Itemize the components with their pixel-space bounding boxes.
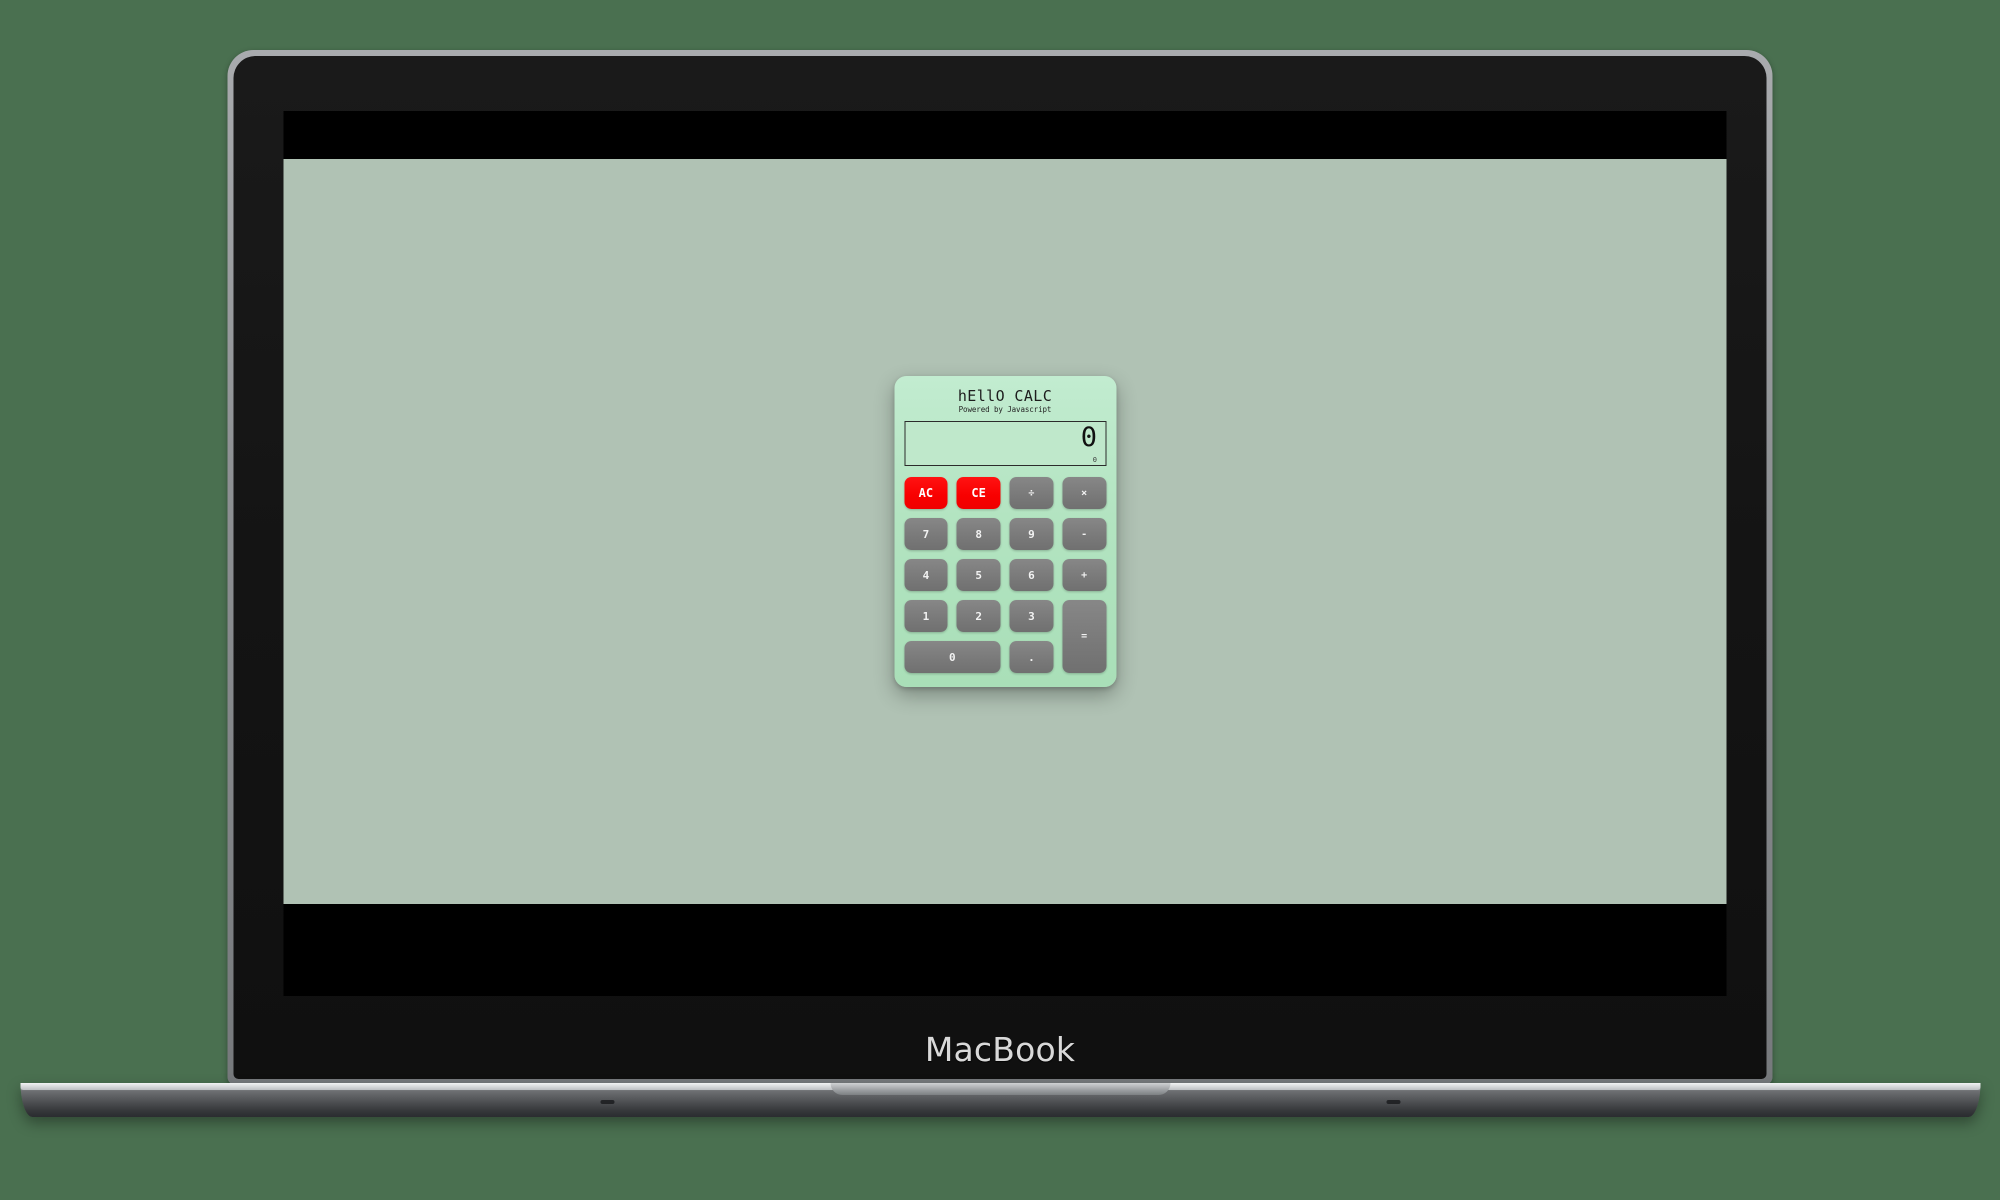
key-1[interactable]: 1 <box>904 600 948 633</box>
key-8[interactable]: 8 <box>956 518 1001 551</box>
key-multiply[interactable]: × <box>1062 477 1106 510</box>
key-4[interactable]: 4 <box>904 559 948 592</box>
app-title: hEllO CALC <box>957 386 1053 405</box>
laptop-foot-left <box>600 1100 614 1104</box>
app-subtitle: Powered by Javascript <box>958 405 1052 415</box>
laptop-lid: hEllO CALC Powered by Javascript 0 0 AC C… <box>227 50 1773 1085</box>
laptop-base <box>20 1083 1980 1153</box>
display-secondary-value: 0 <box>1092 456 1097 465</box>
key-add[interactable]: + <box>1062 559 1106 592</box>
laptop-foot-right <box>1386 1100 1400 1104</box>
key-0[interactable]: 0 <box>904 641 1001 674</box>
key-subtract[interactable]: - <box>1062 518 1106 551</box>
key-2[interactable]: 2 <box>956 600 1001 633</box>
display-value: 0 <box>1080 422 1097 454</box>
key-6[interactable]: 6 <box>1009 559 1054 592</box>
key-3[interactable]: 3 <box>1009 600 1054 633</box>
screen: hEllO CALC Powered by Javascript 0 0 AC C… <box>283 111 1727 996</box>
browser-viewport: hEllO CALC Powered by Javascript 0 0 AC C… <box>283 159 1727 904</box>
key-7[interactable]: 7 <box>904 518 948 551</box>
key-equals[interactable]: = <box>1062 600 1106 674</box>
key-all-clear[interactable]: AC <box>904 477 948 510</box>
key-decimal[interactable]: . <box>1009 641 1054 674</box>
device-brand-label: MacBook <box>924 1030 1076 1069</box>
screen-bezel: hEllO CALC Powered by Javascript 0 0 AC C… <box>233 56 1767 1079</box>
keypad: AC CE ÷ × 7 8 9- 4 5 6 +1 2 3 = 0. <box>904 477 1106 674</box>
key-9[interactable]: 9 <box>1009 518 1054 551</box>
laptop-device: hEllO CALC Powered by Javascript 0 0 AC C… <box>20 50 1980 1153</box>
key-clear-entry[interactable]: CE <box>956 477 1001 510</box>
key-divide[interactable]: ÷ <box>1009 477 1054 510</box>
calculator-app: hEllO CALC Powered by Javascript 0 0 AC C… <box>894 375 1116 688</box>
laptop-base-notch <box>830 1083 1170 1095</box>
key-5[interactable]: 5 <box>956 559 1001 592</box>
calculator-display: 0 0 <box>904 421 1106 467</box>
